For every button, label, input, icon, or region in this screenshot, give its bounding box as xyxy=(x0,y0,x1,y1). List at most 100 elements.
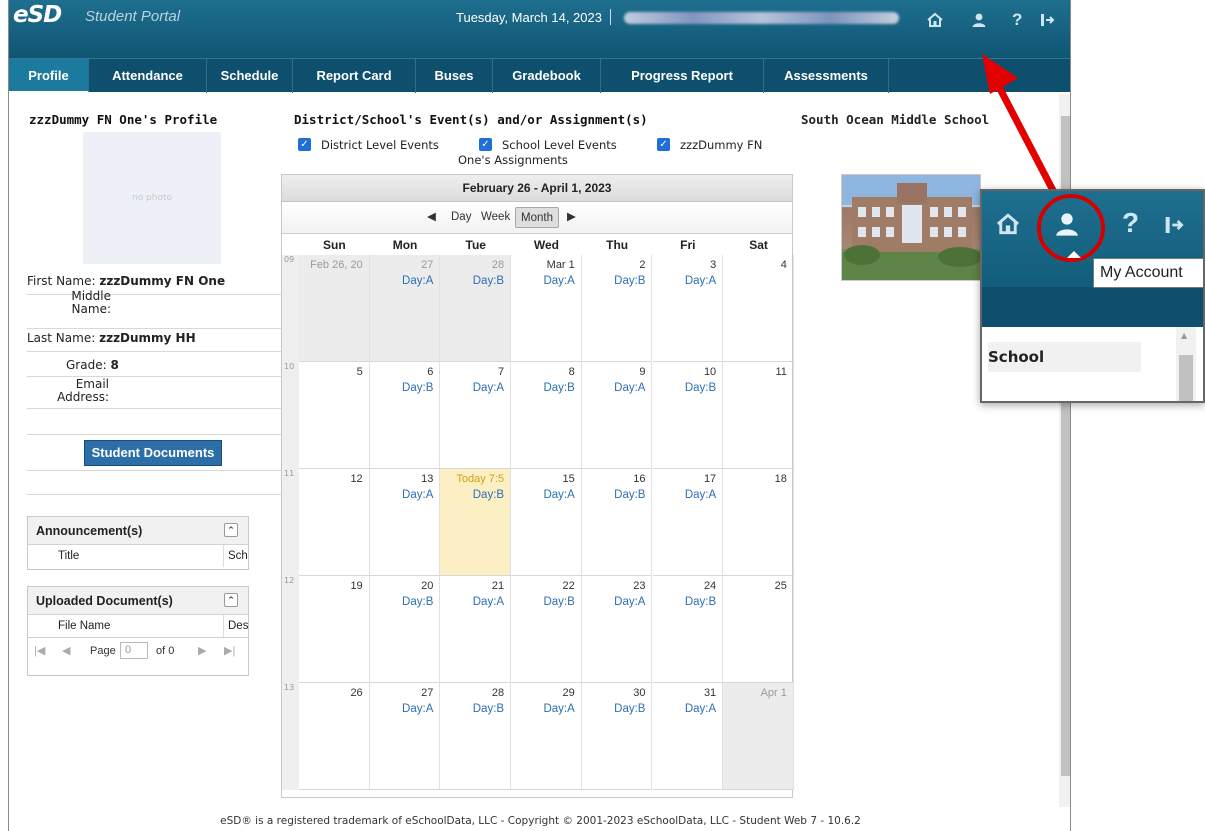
column-header-school[interactable]: Scho xyxy=(223,545,248,567)
day-number[interactable]: Feb 26, 20 xyxy=(310,259,363,271)
day-number[interactable]: 24 xyxy=(704,580,716,592)
day-number[interactable]: 21 xyxy=(492,580,504,592)
day-number[interactable]: 25 xyxy=(775,580,787,592)
checkbox-school[interactable]: ✓ xyxy=(479,138,492,151)
day-rotation-label[interactable]: Day:A xyxy=(543,275,574,287)
day-number[interactable]: 13 xyxy=(421,473,433,485)
tab-progress-report[interactable]: Progress Report xyxy=(601,59,764,93)
home-icon[interactable] xyxy=(926,11,944,33)
day-number[interactable]: 3 xyxy=(710,259,716,271)
calendar-day-cell[interactable]: 24 Day:B xyxy=(652,576,724,683)
collapse-icon[interactable]: ⌃ xyxy=(224,593,238,607)
checkbox-assignments[interactable]: ✓ xyxy=(657,138,670,151)
calendar-day-cell[interactable]: 26 xyxy=(299,683,370,790)
day-rotation-label[interactable]: Day:A xyxy=(685,275,716,287)
calendar-day-cell[interactable]: 2 Day:B xyxy=(581,255,653,362)
day-rotation-label[interactable]: Day:B xyxy=(614,489,645,501)
calendar-day-cell[interactable]: 3 Day:A xyxy=(652,255,724,362)
day-number[interactable]: 17 xyxy=(704,473,716,485)
day-number[interactable]: 30 xyxy=(633,687,645,699)
logout-icon[interactable] xyxy=(1039,11,1057,33)
day-rotation-label[interactable]: Day:B xyxy=(685,382,716,394)
day-number[interactable]: 29 xyxy=(563,687,575,699)
calendar-day-cell[interactable]: 22 Day:B xyxy=(511,576,582,683)
calendar-day-cell[interactable]: 31 Day:A xyxy=(652,683,724,790)
day-number[interactable]: 7 xyxy=(498,366,504,378)
day-number[interactable]: Apr 1 xyxy=(761,687,787,699)
collapse-icon[interactable]: ⌃ xyxy=(224,523,238,537)
day-rotation-label[interactable]: Day:B xyxy=(473,275,504,287)
day-number[interactable]: Mar 1 xyxy=(547,259,575,271)
user-icon[interactable] xyxy=(970,11,988,33)
day-number[interactable]: 12 xyxy=(350,473,362,485)
day-number[interactable]: 28 xyxy=(492,259,504,271)
calendar-day-cell[interactable]: 6 Day:B xyxy=(369,362,441,469)
calendar-day-cell[interactable]: 4 xyxy=(723,255,794,362)
prev-month-icon[interactable]: ◀ xyxy=(422,207,441,228)
day-rotation-label[interactable]: Day:A xyxy=(402,489,433,501)
tab-profile[interactable]: Profile xyxy=(9,59,89,93)
calendar-day-cell[interactable]: Mar 1 Day:A xyxy=(511,255,582,362)
calendar-day-cell[interactable]: 19 xyxy=(299,576,370,683)
day-rotation-label[interactable]: Day:A xyxy=(685,703,716,715)
student-documents-button[interactable]: Student Documents xyxy=(84,440,222,466)
day-number[interactable]: 11 xyxy=(775,366,786,378)
calendar-day-cell[interactable]: Today 7:5 Day:B xyxy=(440,469,512,576)
calendar-day-cell[interactable]: 27 Day:A xyxy=(369,683,441,790)
day-number[interactable]: 16 xyxy=(633,473,645,485)
day-rotation-label[interactable]: Day:B xyxy=(473,703,504,715)
calendar-day-cell[interactable]: 18 xyxy=(723,469,794,576)
day-number[interactable]: 6 xyxy=(427,366,433,378)
day-number[interactable]: 19 xyxy=(350,580,362,592)
day-rotation-label[interactable]: Day:A xyxy=(685,489,716,501)
day-rotation-label[interactable]: Day:B xyxy=(614,703,645,715)
help-icon[interactable]: ? xyxy=(1012,11,1022,29)
column-header-file-name[interactable]: File Name xyxy=(58,615,110,637)
next-page-icon[interactable]: ▶ xyxy=(198,638,206,664)
day-number[interactable]: 23 xyxy=(633,580,645,592)
column-header-description[interactable]: Desc xyxy=(223,615,248,637)
calendar-day-cell[interactable]: 21 Day:A xyxy=(440,576,512,683)
calendar-day-cell[interactable]: 12 xyxy=(299,469,370,576)
tab-assessments[interactable]: Assessments xyxy=(764,59,889,93)
day-rotation-label[interactable]: Day:A xyxy=(543,489,574,501)
day-rotation-label[interactable]: Day:B xyxy=(614,275,645,287)
day-number[interactable]: 15 xyxy=(563,473,575,485)
calendar-day-cell[interactable]: 30 Day:B xyxy=(581,683,653,790)
day-rotation-label[interactable]: Day:A xyxy=(473,596,504,608)
calendar-day-cell[interactable]: 10 Day:B xyxy=(652,362,724,469)
next-month-icon[interactable]: ▶ xyxy=(562,207,581,228)
day-rotation-label[interactable]: Day:A xyxy=(614,596,645,608)
day-number[interactable]: 22 xyxy=(563,580,575,592)
view-month-button[interactable]: Month xyxy=(515,207,559,228)
calendar-day-cell[interactable]: 28 Day:B xyxy=(440,683,512,790)
day-rotation-label[interactable]: Day:A xyxy=(402,703,433,715)
calendar-day-cell[interactable]: 28 Day:B xyxy=(440,255,512,362)
calendar-day-cell[interactable]: 23 Day:A xyxy=(581,576,653,683)
calendar-day-cell[interactable]: 16 Day:B xyxy=(581,469,653,576)
tab-attendance[interactable]: Attendance xyxy=(89,59,207,93)
day-rotation-label[interactable]: Day:B xyxy=(402,382,433,394)
prev-page-icon[interactable]: ◀ xyxy=(62,638,70,664)
day-rotation-label[interactable]: Day:A xyxy=(402,275,433,287)
calendar-day-cell[interactable]: 27 Day:A xyxy=(369,255,441,362)
day-rotation-label[interactable]: Day:B xyxy=(543,596,574,608)
day-rotation-label[interactable]: Day:A xyxy=(473,382,504,394)
tab-buses[interactable]: Buses xyxy=(416,59,493,93)
calendar-day-cell[interactable]: 8 Day:B xyxy=(511,362,582,469)
day-number[interactable]: 2 xyxy=(639,259,645,271)
tab-schedule[interactable]: Schedule xyxy=(207,59,293,93)
calendar-day-cell[interactable]: 5 xyxy=(299,362,370,469)
day-number[interactable]: 27 xyxy=(421,687,433,699)
day-rotation-label[interactable]: Day:B xyxy=(402,596,433,608)
calendar-day-cell[interactable]: 20 Day:B xyxy=(369,576,441,683)
view-week-button[interactable]: Week xyxy=(476,207,515,228)
day-number[interactable]: 26 xyxy=(350,687,362,699)
day-number[interactable]: 4 xyxy=(781,259,787,271)
calendar-day-cell[interactable]: Feb 26, 20 xyxy=(299,255,370,362)
page-number-input[interactable]: 0 xyxy=(120,642,148,659)
day-number[interactable]: 18 xyxy=(775,473,787,485)
day-number[interactable]: 20 xyxy=(421,580,433,592)
tab-gradebook[interactable]: Gradebook xyxy=(493,59,601,93)
day-rotation-label[interactable]: Day:A xyxy=(543,703,574,715)
